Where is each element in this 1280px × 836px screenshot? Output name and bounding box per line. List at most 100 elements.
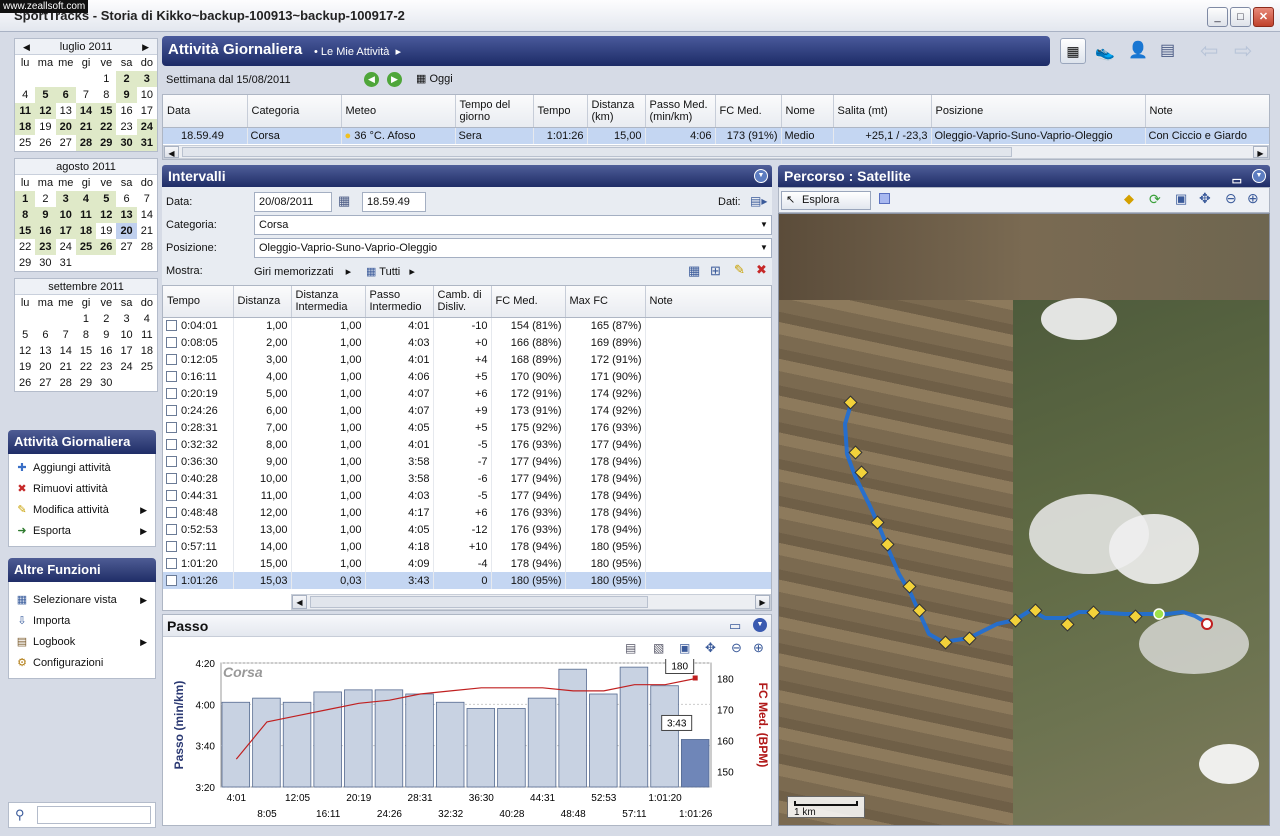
calendar-day[interactable]: 22	[96, 119, 117, 135]
delete-icon[interactable]: ✖	[756, 262, 767, 278]
column-header[interactable]: Data	[163, 95, 248, 128]
tasks-item[interactable]: ✚ Aggiungi attività	[9, 458, 155, 479]
calendar-day[interactable]: 1	[96, 71, 116, 87]
calendar-day[interactable]: 3	[116, 311, 136, 327]
calendar-day[interactable]: 18	[15, 119, 36, 135]
calendar-day[interactable]: 17	[116, 343, 136, 359]
calendar-day[interactable]: 18	[137, 343, 157, 359]
calendar-day[interactable]: 19	[35, 119, 55, 135]
prev-week-button[interactable]: ◀	[364, 72, 379, 87]
calendar-day[interactable]: 3	[136, 71, 157, 87]
table-row[interactable]: 0:57:11 14,00 1,00 4:18 +10 178 (94%) 180 (95%…	[163, 538, 771, 555]
table-row[interactable]: 0:36:30 9,00 1,00 3:58 -7 177 (94%) 178 (94%)	[163, 453, 771, 470]
calendar-day[interactable]: 16	[116, 103, 136, 119]
calendar-day[interactable]: 20	[55, 119, 76, 135]
calendar-day[interactable]: 11	[75, 207, 97, 223]
calendar-day[interactable]: 21	[137, 223, 157, 239]
table-icon[interactable]: ▤	[625, 641, 636, 655]
calendar-day[interactable]: 31	[56, 255, 76, 271]
collapse-icon[interactable]: ▼	[753, 618, 767, 632]
calendar-day[interactable]: 30	[96, 375, 116, 391]
other-item[interactable]: ▤ Logbook ▶	[9, 632, 155, 653]
intervals-hscrollbar[interactable]: ◀ ▶	[291, 594, 771, 610]
calendar-day[interactable]: 23	[35, 239, 56, 255]
calendar-day[interactable]: 16	[35, 223, 56, 239]
row-checkbox[interactable]	[166, 387, 177, 399]
category-select[interactable]: Corsa	[254, 215, 772, 235]
calendar-day[interactable]: 14	[75, 103, 97, 119]
calendar-day[interactable]: 4	[15, 87, 35, 103]
calendar-day[interactable]: 19	[15, 359, 35, 375]
calendar-day[interactable]: 28	[56, 375, 76, 391]
column-header[interactable]: Tempo	[533, 95, 588, 128]
calendar-day[interactable]: 12	[15, 343, 35, 359]
zoom-in-icon[interactable]: ⊕	[753, 640, 764, 656]
column-header[interactable]: Meteo	[341, 95, 456, 128]
select-icon[interactable]	[879, 193, 890, 204]
calendar-day[interactable]: 22	[76, 359, 96, 375]
shoe-icon[interactable]: 👟	[1095, 42, 1115, 62]
column-header[interactable]: Passo Intermedio	[365, 286, 434, 318]
zoom-out-icon[interactable]: ⊖	[731, 640, 742, 656]
chevron-down-icon[interactable]: ▼	[760, 220, 768, 229]
calendar-day[interactable]: 6	[55, 87, 76, 103]
calendar-day[interactable]: 23	[116, 119, 136, 135]
column-header[interactable]: Tempo	[163, 286, 234, 318]
calendar-day[interactable]: 14	[56, 343, 76, 359]
activity-row[interactable]: 18.59.49 Corsa ● 36 °C. Afoso Sera 1:01:26 15…	[163, 127, 1269, 144]
row-checkbox[interactable]	[166, 438, 177, 450]
calendar-day[interactable]: 27	[116, 239, 136, 255]
calendar-day[interactable]: 6	[116, 191, 136, 207]
explore-button[interactable]: ↖ Esplora	[781, 191, 871, 210]
calendar-day[interactable]: 17	[55, 223, 76, 239]
table-row[interactable]: 0:12:05 3,00 1,00 4:01 +4 168 (89%) 172 (91%)	[163, 351, 771, 368]
breadcrumb[interactable]: • Le Mie Attività ▸	[314, 45, 401, 58]
marker-icon[interactable]: ◆	[1124, 191, 1134, 207]
table-row[interactable]: 0:52:53 13,00 1,00 4:05 -12 176 (93%) 178 (94%…	[163, 521, 771, 538]
table-row[interactable]: 0:40:28 10,00 1,00 3:58 -6 177 (94%) 178 (94%)	[163, 470, 771, 487]
back-arrow-icon[interactable]: ⇦	[1200, 38, 1218, 64]
other-item[interactable]: ⚙ Configurazioni	[9, 653, 155, 674]
calendar-day[interactable]: 4	[137, 311, 157, 327]
calendar-day[interactable]: 4	[75, 191, 97, 207]
table-row[interactable]: 0:16:11 4,00 1,00 4:06 +5 170 (90%) 171 (90%)	[163, 368, 771, 385]
row-checkbox[interactable]	[166, 455, 177, 467]
search-input[interactable]	[37, 806, 151, 824]
activity-hscrollbar[interactable]: ◀ ▶	[163, 145, 1269, 159]
calendar-day[interactable]: 20	[116, 223, 137, 239]
athlete-icon[interactable]: 👤	[1128, 40, 1148, 60]
calendar-day[interactable]: 12	[35, 103, 56, 119]
calendar-day[interactable]: 15	[15, 223, 36, 239]
calendar-day[interactable]: 16	[96, 343, 116, 359]
calendar-day[interactable]: 25	[137, 359, 157, 375]
row-checkbox[interactable]	[166, 336, 177, 348]
row-checkbox[interactable]	[166, 489, 177, 501]
column-header[interactable]: FC Med.	[715, 95, 782, 128]
column-header[interactable]: FC Med.	[491, 286, 566, 318]
save-icon[interactable]: ▣	[679, 641, 690, 655]
calendar-day[interactable]: 29	[96, 135, 117, 151]
column-header[interactable]: Note	[645, 286, 771, 318]
calendar-day[interactable]: 13	[35, 343, 55, 359]
calendar-day[interactable]: 10	[116, 327, 136, 343]
chevron-down-icon[interactable]: ▼	[760, 243, 768, 252]
calendar-day[interactable]: 2	[96, 311, 116, 327]
column-header[interactable]: Distanza	[233, 286, 292, 318]
next-week-button[interactable]: ▶	[387, 72, 402, 87]
maximize-button[interactable]: □	[1230, 7, 1251, 27]
table-row[interactable]: 0:28:31 7,00 1,00 4:05 +5 175 (92%) 176 (93%)	[163, 419, 771, 436]
row-checkbox[interactable]	[166, 421, 177, 433]
collapse-icon[interactable]: ▼	[1252, 169, 1266, 183]
calendar-day[interactable]: 24	[136, 119, 157, 135]
calendar-day[interactable]: 8	[15, 207, 36, 223]
calendar-day[interactable]: 10	[137, 87, 157, 103]
calendar-day[interactable]: 28	[75, 135, 97, 151]
calendar-day[interactable]: 5	[35, 87, 56, 103]
calendar-day[interactable]: 26	[35, 135, 55, 151]
column-header[interactable]: Nome	[781, 95, 834, 128]
calendar-day[interactable]: 27	[35, 375, 55, 391]
calendar-day[interactable]: 13	[116, 207, 137, 223]
calendar-day[interactable]: 29	[76, 375, 96, 391]
calendar-day[interactable]: 23	[96, 359, 116, 375]
column-header[interactable]: Camb. di Disliv.	[433, 286, 492, 318]
